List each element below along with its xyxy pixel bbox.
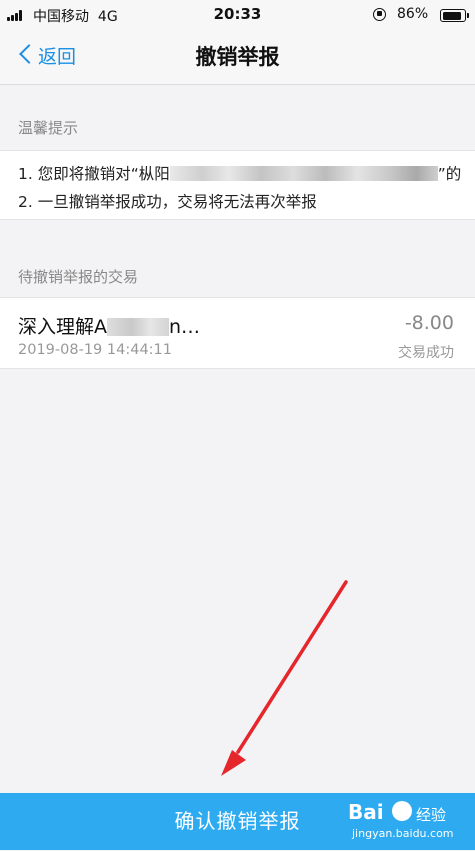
battery-fill: [442, 11, 461, 20]
status-bar: 中国移动 4G 20:33 86%: [0, 0, 475, 30]
transaction-name: 深入理解A n…: [18, 316, 201, 338]
watermark-suffix: 经验: [416, 806, 447, 824]
transaction-row[interactable]: 深入理解A n… 2019-08-19 14:44:11 -8.00 交易成功: [0, 297, 475, 369]
battery-icon: [440, 9, 469, 22]
navigation-bar: 返回 撤销举报: [0, 30, 475, 85]
transactions-header: 待撤销举报的交易: [18, 268, 139, 286]
watermark-brand: Bai: [348, 800, 384, 824]
page-title: 撤销举报: [195, 45, 280, 69]
rotation-lock-icon: [373, 8, 386, 21]
watermark-url: jingyan.baidu.com: [352, 827, 454, 840]
baidu-paw-icon: [392, 801, 412, 821]
transaction-date: 2019-08-19 14:44:11: [18, 342, 172, 358]
transaction-status: 交易成功: [398, 345, 454, 361]
tip-line-1: 1. 您即将撤销对“枞阳 ”的: [18, 165, 462, 183]
redacted-region: [107, 318, 169, 336]
tips-header: 温馨提示: [18, 119, 79, 137]
battery-percent: 86%: [397, 6, 429, 22]
redacted-region: [169, 166, 438, 181]
tip-line-2: 2. 一旦撤销举报成功，交易将无法再次举报: [18, 193, 317, 211]
tips-box: 1. 您即将撤销对“枞阳 ”的 2. 一旦撤销举报成功，交易将无法再次举报: [0, 150, 475, 220]
transaction-amount: -8.00: [404, 312, 454, 334]
